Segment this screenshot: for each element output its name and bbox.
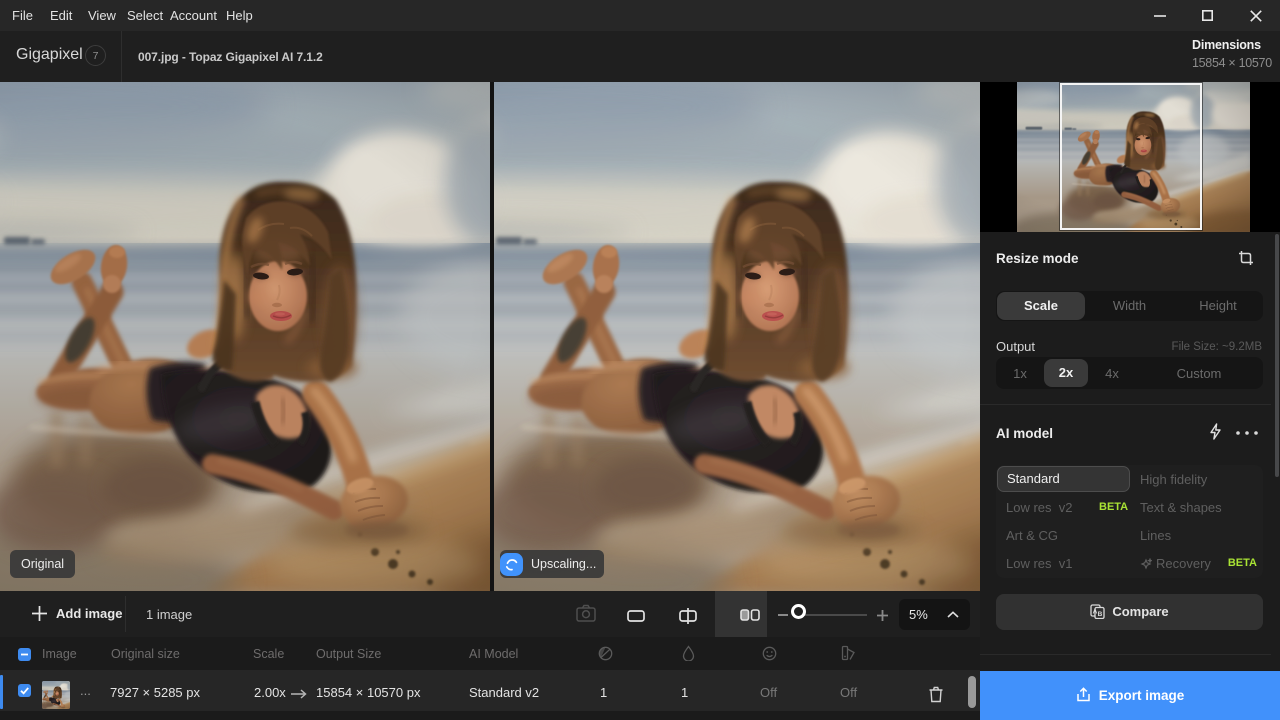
svg-text:B: B [1098,611,1103,618]
